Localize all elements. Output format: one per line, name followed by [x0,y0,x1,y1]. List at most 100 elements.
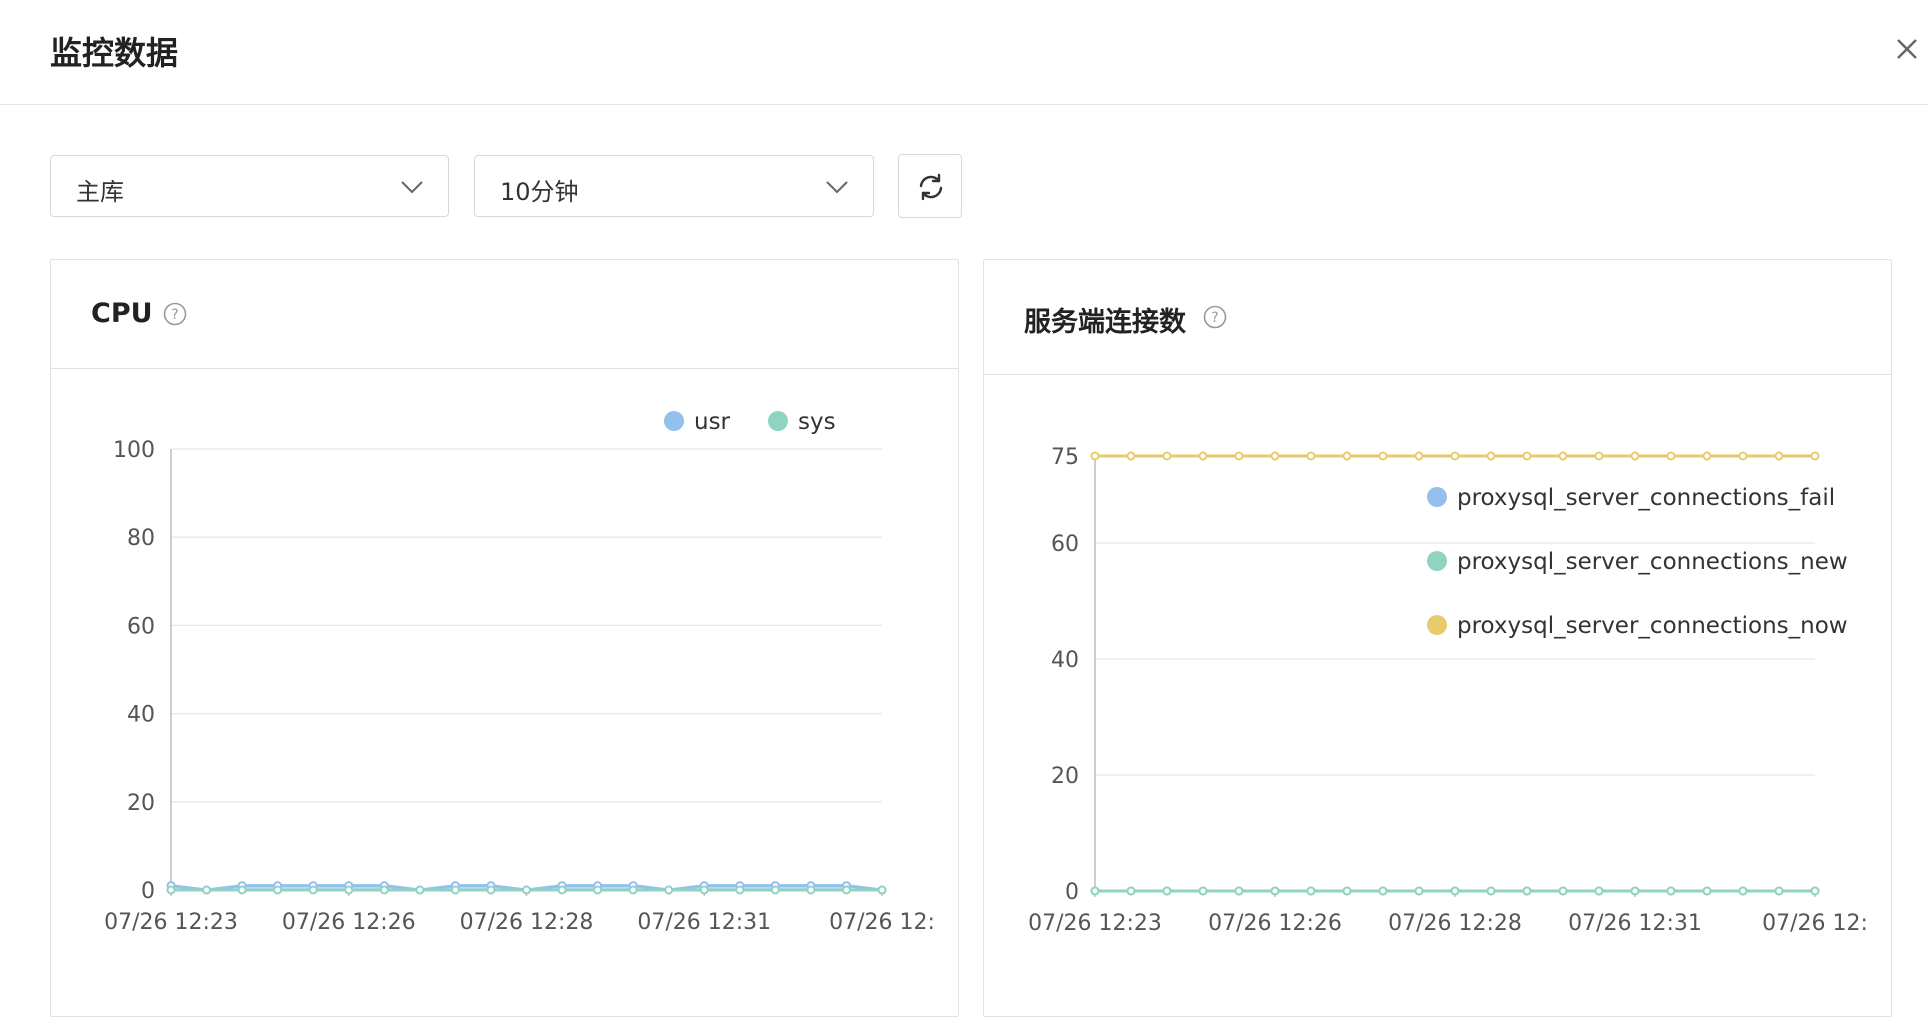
time-range-select[interactable]: 10分钟 [474,155,874,217]
y-tick-label: 20 [1051,764,1079,789]
data-point-proxysql_server_connections_new [1558,886,1568,896]
y-tick-label: 40 [1051,648,1079,673]
data-point-sys [699,885,709,895]
x-tick-label: 07/26 12:26 [1208,911,1342,936]
legend-label-proxysql_server_connections_fail: proxysql_server_connections_fail [1457,485,1835,511]
legend-label-sys: sys [798,409,836,435]
instance-select-value: 主库 [76,178,124,206]
data-point-sys [735,885,745,895]
chevron-down-icon [401,181,423,194]
data-point-proxysql_server_connections_new [1594,886,1604,896]
data-point-proxysql_server_connections_now [1630,451,1640,461]
data-point-proxysql_server_connections_now [1522,451,1532,461]
data-point-proxysql_server_connections_now [1090,451,1100,461]
legend-label-proxysql_server_connections_now: proxysql_server_connections_now [1457,613,1848,639]
svg-text:?: ? [171,307,178,323]
data-point-proxysql_server_connections_new [1270,886,1280,896]
legend-label-usr: usr [694,409,731,435]
help-icon[interactable]: ? [163,302,187,326]
data-point-proxysql_server_connections_new [1522,886,1532,896]
data-point-proxysql_server_connections_new [1666,886,1676,896]
x-tick-label: 07/26 12:26 [282,910,416,935]
data-point-proxysql_server_connections_new [1702,886,1712,896]
data-point-sys [273,885,283,895]
help-icon[interactable]: ? [1203,305,1227,329]
data-point-sys [450,885,460,895]
data-point-sys [628,885,638,895]
data-point-proxysql_server_connections_now [1342,451,1352,461]
data-point-proxysql_server_connections_now [1162,451,1172,461]
cpu-card-header: CPU ? [51,260,958,369]
data-point-proxysql_server_connections_new [1450,886,1460,896]
data-point-proxysql_server_connections_new [1234,886,1244,896]
chevron-down-icon [826,181,848,194]
data-point-proxysql_server_connections_now [1126,451,1136,461]
y-tick-label: 0 [1065,880,1079,905]
data-point-proxysql_server_connections_now [1810,451,1820,461]
data-point-sys [877,885,887,895]
data-point-proxysql_server_connections_new [1090,886,1100,896]
y-tick-label: 20 [127,791,155,816]
connections-card-title: 服务端连接数 [1024,307,1186,338]
refresh-icon [919,173,943,201]
x-tick-label: 07/26 12:31 [1568,911,1702,936]
data-point-proxysql_server_connections_new [1738,886,1748,896]
data-point-sys [841,885,851,895]
data-point-proxysql_server_connections_now [1738,451,1748,461]
refresh-button[interactable] [898,154,962,218]
dialog-title: 监控数据 [50,34,179,72]
cpu-chart: 0 20 40 60 80 100 07/26 12:23 07/26 12:26 07/26 … [104,409,935,935]
data-point-sys [237,885,247,895]
data-point-proxysql_server_connections_new [1486,886,1496,896]
data-point-sys [202,885,212,895]
data-point-proxysql_server_connections_new [1774,886,1784,896]
legend-marker-usr [664,411,684,431]
data-point-proxysql_server_connections_now [1594,451,1604,461]
data-point-proxysql_server_connections_new [1414,886,1424,896]
data-point-sys [557,885,567,895]
legend-marker-proxysql_server_connections_new [1427,551,1447,571]
data-point-proxysql_server_connections_new [1378,886,1388,896]
connections-card-header: 服务端连接数 ? [984,260,1891,375]
data-point-sys [593,885,603,895]
data-point-proxysql_server_connections_new [1810,886,1820,896]
legend-marker-sys [768,411,788,431]
cpu-card-title: CPU [91,298,153,329]
y-tick-label: 75 [1051,445,1079,470]
svg-text:?: ? [1211,310,1218,326]
x-tick-label: 07/26 12:23 [1028,911,1162,936]
data-point-sys [344,885,354,895]
legend-marker-proxysql_server_connections_now [1427,615,1447,635]
cpu-chart-card: CPU ? 0 20 40 60 80 100 07/26 12:23 07/26 12:26… [50,259,959,1017]
instance-select[interactable]: 主库 [50,155,449,217]
data-point-proxysql_server_connections_now [1234,451,1244,461]
data-point-proxysql_server_connections_now [1414,451,1424,461]
data-point-proxysql_server_connections_now [1774,451,1784,461]
data-point-proxysql_server_connections_new [1306,886,1316,896]
close-icon[interactable] [1892,34,1922,64]
y-tick-label: 0 [141,879,155,904]
data-point-sys [308,885,318,895]
data-point-proxysql_server_connections_new [1162,886,1172,896]
y-tick-label: 100 [113,438,155,463]
data-point-proxysql_server_connections_now [1702,451,1712,461]
x-tick-label: 07/26 12:28 [460,910,594,935]
data-point-proxysql_server_connections_now [1486,451,1496,461]
data-point-proxysql_server_connections_now [1450,451,1460,461]
data-point-sys [522,885,531,895]
data-point-proxysql_server_connections_now [1666,451,1676,461]
legend-label-proxysql_server_connections_new: proxysql_server_connections_new [1457,549,1848,575]
data-point-proxysql_server_connections_now [1270,451,1280,461]
data-point-sys [770,885,780,895]
y-tick-label: 60 [1051,532,1079,557]
data-point-sys [486,885,496,895]
data-point-proxysql_server_connections_now [1558,451,1568,461]
data-point-proxysql_server_connections_new [1630,886,1640,896]
data-point-proxysql_server_connections_now [1198,451,1208,461]
x-tick-label: 07/26 12:23 [104,910,238,935]
data-point-proxysql_server_connections_new [1126,886,1136,896]
data-point-sys [664,885,674,895]
data-point-proxysql_server_connections_new [1342,886,1352,896]
data-point-sys [415,885,425,895]
y-tick-label: 80 [127,526,155,551]
